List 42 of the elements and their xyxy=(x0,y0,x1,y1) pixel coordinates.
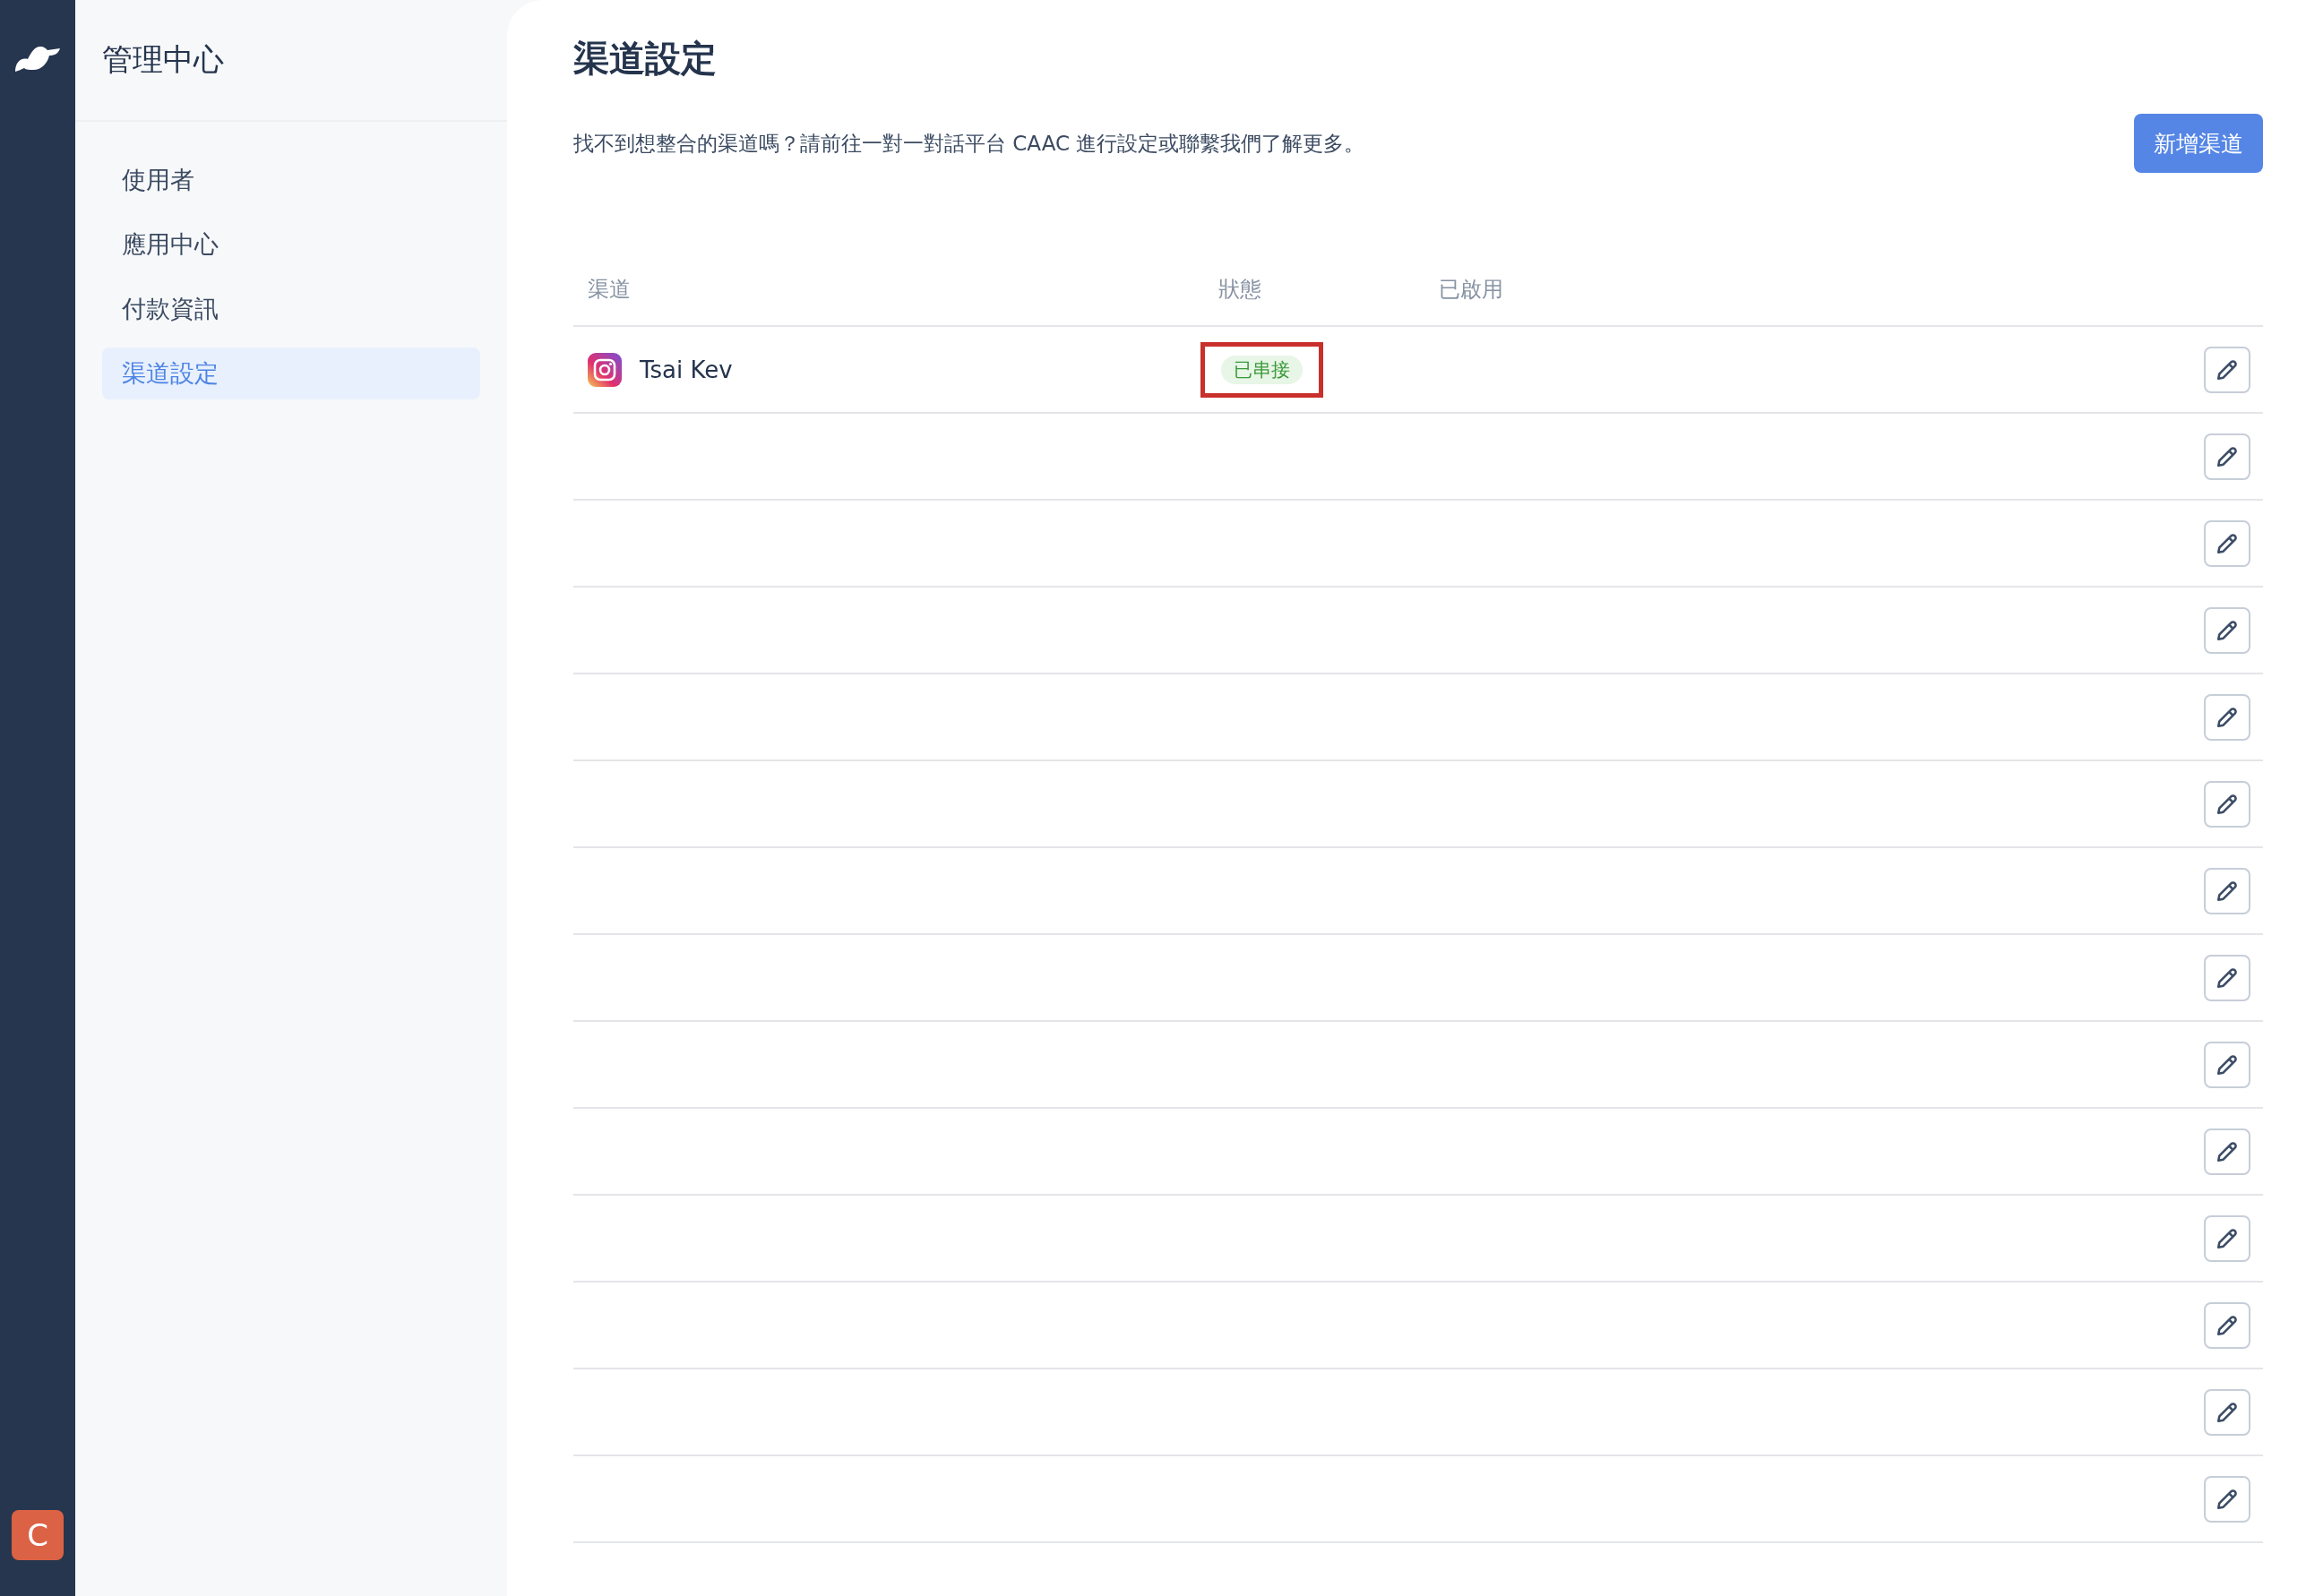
pencil-icon xyxy=(2216,965,2239,990)
status-badge: 已串接 xyxy=(1221,355,1303,384)
pencil-icon xyxy=(2216,444,2239,468)
edit-button[interactable] xyxy=(2204,519,2250,567)
edit-button[interactable] xyxy=(2204,1128,2250,1175)
edit-button[interactable] xyxy=(2204,1388,2250,1436)
column-header: 已啟用 xyxy=(1439,277,1503,302)
sidebar-item[interactable]: 應用中心 xyxy=(102,219,480,270)
pencil-icon xyxy=(2216,618,2239,642)
pencil-icon xyxy=(2216,879,2239,903)
pencil-icon xyxy=(2216,357,2239,382)
edit-button[interactable] xyxy=(2204,433,2250,480)
pencil-icon xyxy=(2216,1226,2239,1250)
edit-button[interactable] xyxy=(2204,780,2250,828)
instagram-icon xyxy=(588,352,622,387)
pencil-icon xyxy=(2216,1139,2239,1163)
pencil-icon xyxy=(2216,705,2239,729)
edit-button[interactable] xyxy=(2204,346,2250,393)
page-title: 渠道設定 xyxy=(573,37,718,81)
pencil-icon xyxy=(2216,1400,2239,1424)
sidebar-item[interactable]: 使用者 xyxy=(102,154,480,206)
pencil-icon xyxy=(2216,1052,2239,1077)
edit-button[interactable] xyxy=(2204,867,2250,914)
pencil-icon xyxy=(2216,1313,2239,1337)
channel-name: Tsai Kev xyxy=(640,356,733,383)
edit-button[interactable] xyxy=(2204,693,2250,741)
pencil-icon xyxy=(2216,792,2239,816)
sidebar-title: 管理中心 xyxy=(102,40,224,79)
add-channel-button[interactable]: 新增渠道 xyxy=(2134,114,2263,173)
column-header: 渠道 xyxy=(588,276,631,304)
pencil-icon xyxy=(2216,1487,2239,1511)
edit-button[interactable] xyxy=(2204,1475,2250,1523)
edit-button[interactable] xyxy=(2204,1214,2250,1262)
pencil-icon xyxy=(2216,531,2239,555)
edit-button[interactable] xyxy=(2204,1301,2250,1349)
column-header: 狀態 xyxy=(1218,276,1261,304)
edit-button[interactable] xyxy=(2204,954,2250,1001)
sidebar-item[interactable]: 付款資訊 xyxy=(102,283,480,335)
description-text: 找不到想整合的渠道嗎？請前往一對一對話平台 CAAC 進行設定或聯繫我們了解更多。 xyxy=(573,130,1365,157)
edit-button[interactable] xyxy=(2204,1041,2250,1088)
user-avatar[interactable]: C xyxy=(12,1510,64,1560)
edit-button[interactable] xyxy=(2204,606,2250,654)
